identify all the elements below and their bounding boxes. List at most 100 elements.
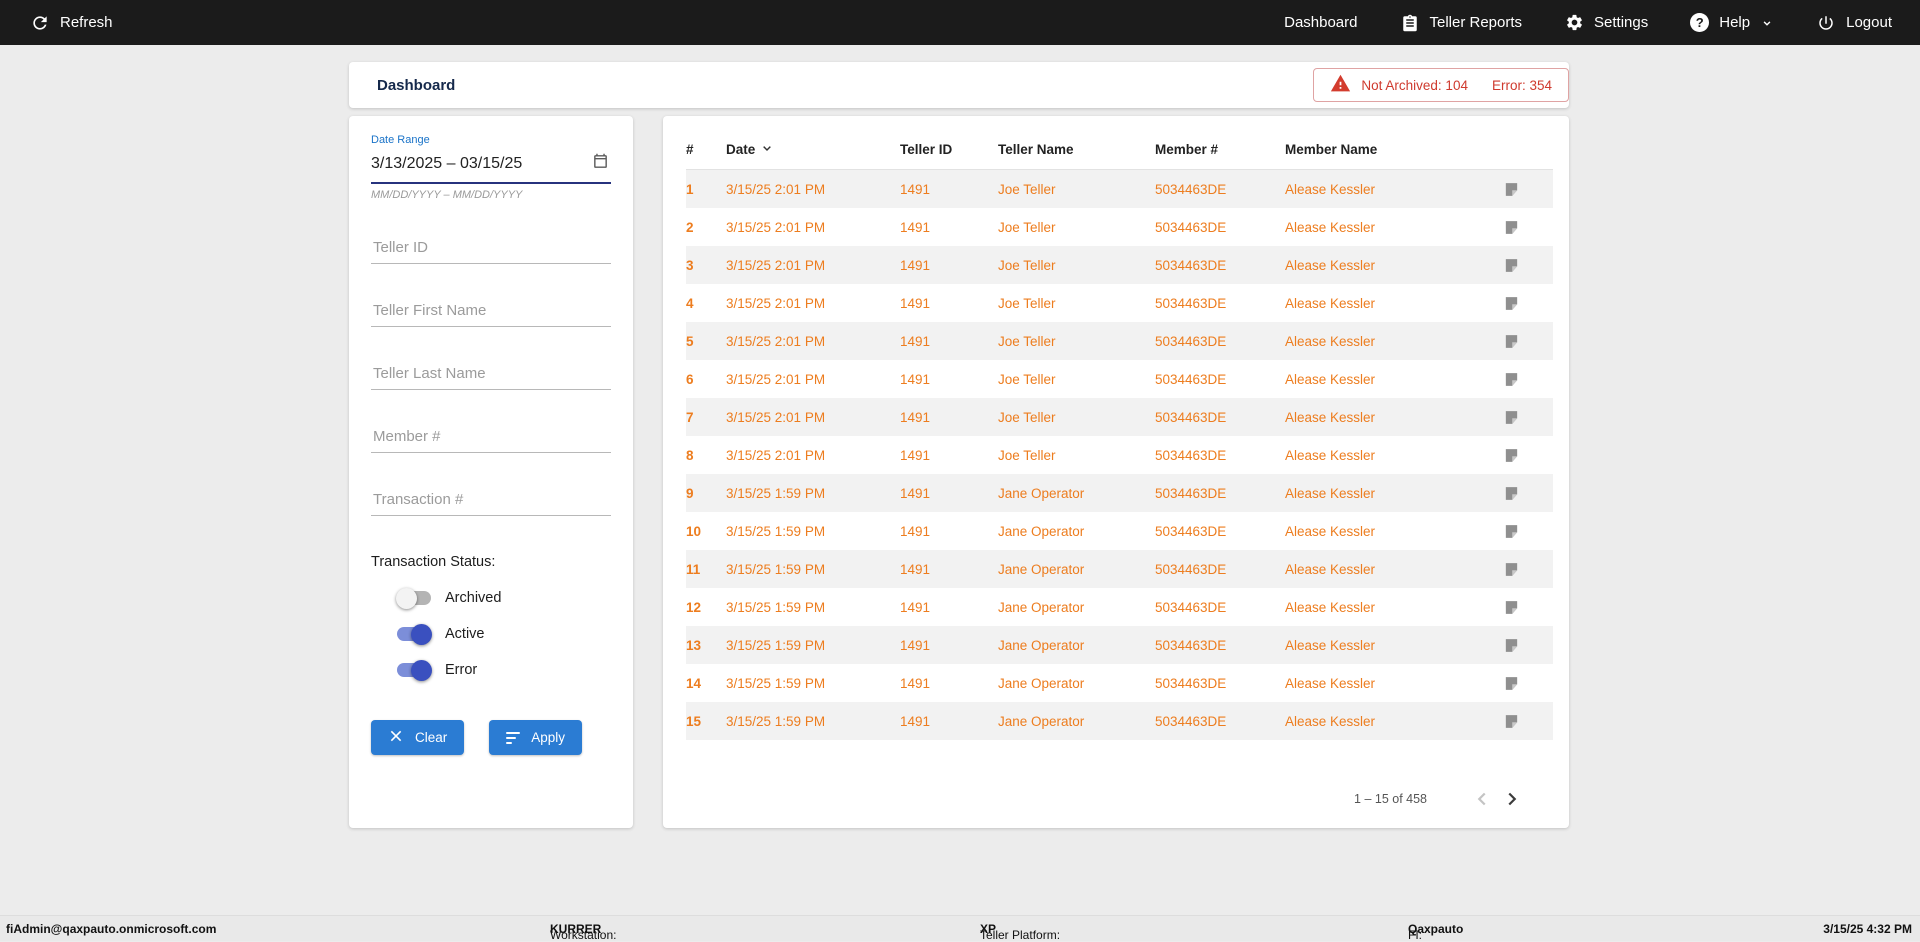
note-icon[interactable] [1497, 675, 1553, 692]
teller-last-name-input[interactable] [371, 358, 611, 390]
table-row[interactable]: 7 3/15/25 2:01 PM 1491 Joe Teller 503446… [686, 398, 1553, 436]
note-icon[interactable] [1497, 409, 1553, 426]
row-teller-name: Joe Teller [998, 371, 1056, 387]
clipboard-icon [1400, 13, 1420, 33]
table-row[interactable]: 8 3/15/25 2:01 PM 1491 Joe Teller 503446… [686, 436, 1553, 474]
row-number: 11 [686, 561, 701, 577]
nav-dashboard[interactable]: Dashboard [1254, 13, 1357, 33]
row-member-num: 5034463DE [1155, 713, 1227, 729]
row-member-name: Alease Kessler [1285, 523, 1376, 539]
table-row[interactable]: 1 3/15/25 2:01 PM 1491 Joe Teller 503446… [686, 170, 1553, 208]
note-icon[interactable] [1497, 219, 1553, 236]
alert-badge[interactable]: Not Archived: 104 Error: 354 [1313, 68, 1569, 102]
dashboard-icon [1254, 13, 1274, 33]
row-teller-name: Jane Operator [998, 713, 1085, 729]
page-title: Dashboard [377, 76, 456, 94]
table-row[interactable]: 5 3/15/25 2:01 PM 1491 Joe Teller 503446… [686, 322, 1553, 360]
row-teller-id: 1491 [900, 295, 931, 311]
clear-x-icon [388, 728, 404, 747]
error-toggle[interactable] [397, 659, 432, 681]
member-number-input[interactable] [371, 421, 611, 453]
col-teller-name: Teller Name [998, 142, 1074, 157]
row-number: 4 [686, 295, 694, 311]
row-teller-id: 1491 [900, 523, 931, 539]
col-teller-id: Teller ID [900, 142, 953, 157]
row-date: 3/15/25 2:01 PM [726, 181, 826, 197]
teller-first-name-input[interactable] [371, 295, 611, 327]
row-date: 3/15/25 1:59 PM [726, 561, 826, 577]
note-icon[interactable] [1497, 447, 1553, 464]
row-member-num: 5034463DE [1155, 561, 1227, 577]
table-row[interactable]: 12 3/15/25 1:59 PM 1491 Jane Operator 50… [686, 588, 1553, 626]
row-member-name: Alease Kessler [1285, 485, 1376, 501]
table-row[interactable]: 15 3/15/25 1:59 PM 1491 Jane Operator 50… [686, 702, 1553, 740]
note-icon[interactable] [1497, 561, 1553, 578]
active-toggle[interactable] [397, 623, 432, 645]
table-row[interactable]: 13 3/15/25 1:59 PM 1491 Jane Operator 50… [686, 626, 1553, 664]
row-member-num: 5034463DE [1155, 599, 1227, 615]
col-num: # [686, 142, 694, 157]
row-number: 9 [686, 485, 694, 501]
row-date: 3/15/25 2:01 PM [726, 333, 826, 349]
note-icon[interactable] [1497, 181, 1553, 198]
row-date: 3/15/25 1:59 PM [726, 675, 826, 691]
table-row[interactable]: 2 3/15/25 2:01 PM 1491 Joe Teller 503446… [686, 208, 1553, 246]
date-range-hint: MM/DD/YYYY – MM/DD/YYYY [371, 189, 523, 201]
row-member-num: 5034463DE [1155, 333, 1227, 349]
note-icon[interactable] [1497, 523, 1553, 540]
note-icon[interactable] [1497, 257, 1553, 274]
archived-toggle[interactable] [396, 587, 431, 609]
row-member-name: Alease Kessler [1285, 599, 1376, 615]
row-date: 3/15/25 2:01 PM [726, 257, 826, 273]
table-row[interactable]: 3 3/15/25 2:01 PM 1491 Joe Teller 503446… [686, 246, 1553, 284]
row-number: 13 [686, 637, 702, 653]
row-teller-id: 1491 [900, 561, 931, 577]
table-row[interactable]: 11 3/15/25 1:59 PM 1491 Jane Operator 50… [686, 550, 1553, 588]
table-row[interactable]: 9 3/15/25 1:59 PM 1491 Jane Operator 503… [686, 474, 1553, 512]
note-icon[interactable] [1497, 599, 1553, 616]
row-teller-name: Joe Teller [998, 447, 1056, 463]
row-member-name: Alease Kessler [1285, 561, 1376, 577]
row-member-name: Alease Kessler [1285, 219, 1376, 235]
prev-page-button[interactable] [1467, 784, 1497, 814]
note-icon[interactable] [1497, 295, 1553, 312]
transaction-status-label: Transaction Status: [371, 554, 496, 570]
row-member-name: Alease Kessler [1285, 181, 1376, 197]
nav-teller-reports[interactable]: Teller Reports [1400, 13, 1522, 33]
row-member-num: 5034463DE [1155, 295, 1227, 311]
note-icon[interactable] [1497, 713, 1553, 730]
table-row[interactable]: 4 3/15/25 2:01 PM 1491 Joe Teller 503446… [686, 284, 1553, 322]
row-teller-id: 1491 [900, 637, 931, 653]
status-datetime: 3/15/25 4:32 PM [1823, 922, 1912, 936]
note-icon[interactable] [1497, 371, 1553, 388]
row-number: 10 [686, 523, 702, 539]
date-range-input[interactable] [371, 155, 571, 173]
row-teller-name: Joe Teller [998, 295, 1056, 311]
transaction-number-input[interactable] [371, 484, 611, 516]
nav-help[interactable]: ? Help [1690, 13, 1774, 32]
power-icon [1816, 13, 1836, 33]
note-icon[interactable] [1497, 333, 1553, 350]
row-number: 7 [686, 409, 694, 425]
status-teller-platform: Teller Platform: XP [980, 922, 1061, 942]
page-header: Dashboard Not Archived: 104 Error: 354 [349, 62, 1569, 108]
nav-logout[interactable]: Logout [1816, 13, 1892, 33]
apply-button[interactable]: Apply [489, 720, 583, 755]
col-date[interactable]: Date [726, 140, 900, 159]
calendar-icon[interactable] [592, 153, 609, 175]
note-icon[interactable] [1497, 485, 1553, 502]
row-member-num: 5034463DE [1155, 447, 1227, 463]
refresh-button[interactable]: Refresh [30, 13, 113, 33]
note-icon[interactable] [1497, 637, 1553, 654]
table-row[interactable]: 6 3/15/25 2:01 PM 1491 Joe Teller 503446… [686, 360, 1553, 398]
nav-settings-label: Settings [1594, 14, 1649, 31]
next-page-button[interactable] [1497, 784, 1527, 814]
table-row[interactable]: 10 3/15/25 1:59 PM 1491 Jane Operator 50… [686, 512, 1553, 550]
table-row[interactable]: 14 3/15/25 1:59 PM 1491 Jane Operator 50… [686, 664, 1553, 702]
warning-icon [1330, 73, 1351, 97]
row-teller-name: Joe Teller [998, 219, 1056, 235]
row-member-name: Alease Kessler [1285, 637, 1376, 653]
clear-button[interactable]: Clear [371, 720, 465, 755]
teller-id-input[interactable] [371, 232, 611, 264]
nav-settings[interactable]: Settings [1564, 13, 1648, 33]
